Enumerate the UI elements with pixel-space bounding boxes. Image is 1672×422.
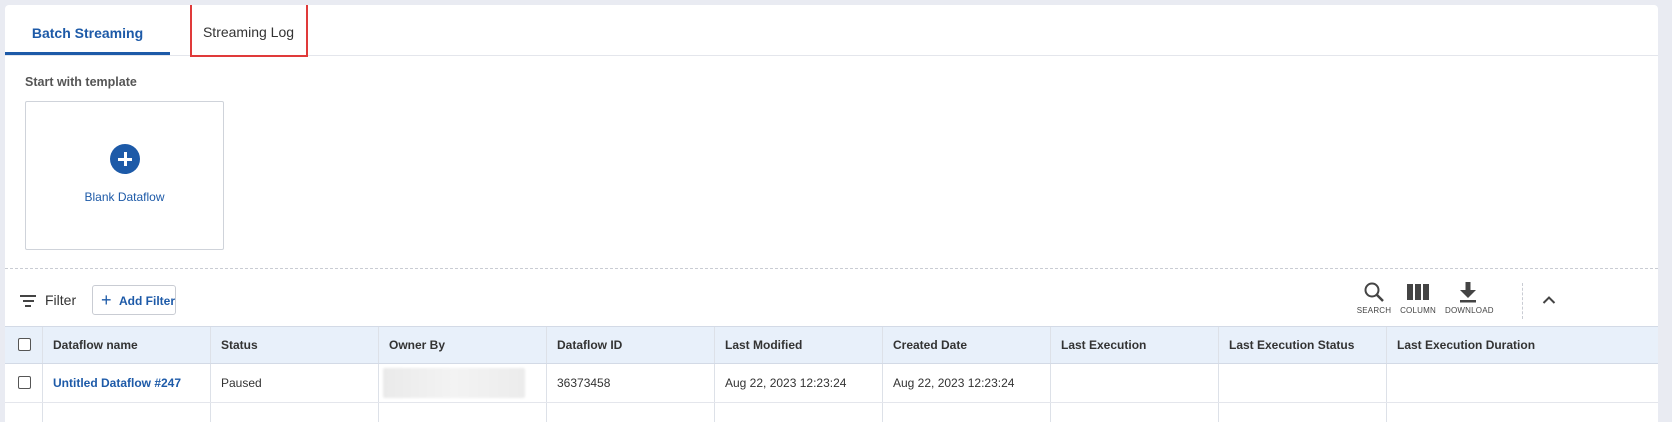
download-tool-button[interactable]: DOWNLOAD xyxy=(1445,281,1494,315)
header-checkbox-cell xyxy=(5,327,43,363)
partial-cell xyxy=(715,403,883,422)
partial-cell xyxy=(43,403,211,422)
dataflow-name-link[interactable]: Untitled Dataflow #247 xyxy=(53,376,181,390)
partial-cell xyxy=(5,403,43,422)
cell-last-execution xyxy=(1051,364,1219,402)
column-header-last-modified[interactable]: Last Modified xyxy=(715,327,883,363)
tab-bar: Batch Streaming Streaming Log xyxy=(5,5,1658,57)
plus-icon: + xyxy=(101,290,112,310)
column-header-status[interactable]: Status xyxy=(211,327,379,363)
row-checkbox[interactable] xyxy=(18,376,31,389)
cell-last-execution-duration xyxy=(1387,364,1658,402)
cell-owner-by xyxy=(379,364,547,402)
column-header-dataflow-id[interactable]: Dataflow ID xyxy=(547,327,715,363)
download-icon xyxy=(1460,282,1476,303)
table-header: Dataflow name Status Owner By Dataflow I… xyxy=(5,326,1658,364)
tab-streaming-log[interactable]: Streaming Log xyxy=(188,5,309,55)
add-filter-label: Add Filter xyxy=(119,294,175,308)
collapse-button[interactable] xyxy=(1542,292,1556,310)
partial-cell xyxy=(547,403,715,422)
search-icon xyxy=(1364,282,1384,302)
chevron-up-icon xyxy=(1542,296,1556,304)
table-row-partial xyxy=(5,403,1658,422)
tab-batch-streaming[interactable]: Batch Streaming xyxy=(5,5,170,55)
blank-dataflow-card[interactable]: Blank Dataflow xyxy=(25,101,224,250)
blank-dataflow-label: Blank Dataflow xyxy=(84,190,165,204)
partial-cell xyxy=(1051,403,1219,422)
main-card: Batch Streaming Streaming Log Start with… xyxy=(5,5,1658,422)
partial-cell xyxy=(379,403,547,422)
partial-cell xyxy=(211,403,379,422)
section-divider xyxy=(5,268,1658,269)
select-all-checkbox[interactable] xyxy=(18,338,31,351)
search-tool-button[interactable]: SEARCH xyxy=(1356,281,1392,315)
column-header-created-date[interactable]: Created Date xyxy=(883,327,1051,363)
cell-dataflow-name: Untitled Dataflow #247 xyxy=(43,364,211,402)
add-circle-icon xyxy=(110,144,140,174)
column-header-owner-by[interactable]: Owner By xyxy=(379,327,547,363)
table-row[interactable]: Untitled Dataflow #247 Paused 36373458 A… xyxy=(5,364,1658,403)
partial-cell xyxy=(1387,403,1658,422)
columns-icon xyxy=(1407,284,1429,300)
column-header-last-execution[interactable]: Last Execution xyxy=(1051,327,1219,363)
partial-cell xyxy=(883,403,1051,422)
column-label: COLUMN xyxy=(1400,306,1436,315)
column-tool-button[interactable]: COLUMN xyxy=(1398,281,1438,315)
redacted-owner xyxy=(383,368,525,398)
column-header-dataflow-name[interactable]: Dataflow name xyxy=(43,327,211,363)
row-checkbox-cell xyxy=(5,364,43,402)
toolbar-divider xyxy=(1522,283,1523,319)
cell-dataflow-id: 36373458 xyxy=(547,364,715,402)
column-header-last-execution-status[interactable]: Last Execution Status xyxy=(1219,327,1387,363)
cell-last-execution-status xyxy=(1219,364,1387,402)
cell-created-date: Aug 22, 2023 12:23:24 xyxy=(883,364,1051,402)
cell-last-modified: Aug 22, 2023 12:23:24 xyxy=(715,364,883,402)
filter-icon[interactable] xyxy=(20,295,36,307)
column-header-last-execution-duration[interactable]: Last Execution Duration xyxy=(1387,327,1658,363)
download-label: DOWNLOAD xyxy=(1445,306,1494,315)
add-filter-button[interactable]: + Add Filter xyxy=(92,285,176,315)
search-label: SEARCH xyxy=(1356,306,1392,315)
cell-status: Paused xyxy=(211,364,379,402)
template-section-title: Start with template xyxy=(25,75,137,89)
filter-label: Filter xyxy=(45,292,77,308)
partial-cell xyxy=(1219,403,1387,422)
